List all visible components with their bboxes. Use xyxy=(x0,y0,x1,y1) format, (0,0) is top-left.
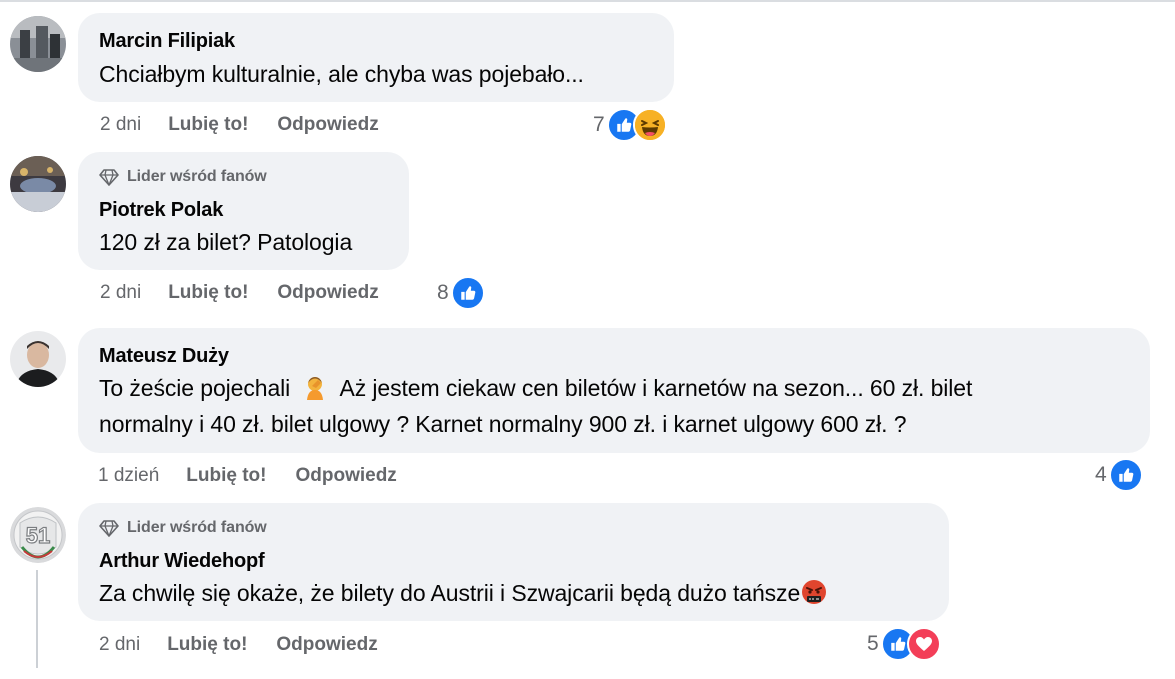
comment-text-part: Za chwilę się okaże, że bilety do Austri… xyxy=(99,580,801,606)
fan-badge[interactable]: Lider wśród fanów xyxy=(99,168,267,186)
like-icon xyxy=(1108,458,1143,492)
like-icon xyxy=(450,276,485,310)
diamond-icon xyxy=(99,520,119,537)
comment-time[interactable]: 2 dni xyxy=(99,634,140,656)
comment-actions: 1 dzień Lubię to! Odpowiedz xyxy=(98,465,397,487)
comment-actions: 2 dni Lubię to! Odpowiedz xyxy=(100,282,379,304)
comment-time[interactable]: 1 dzień xyxy=(98,465,159,487)
reply-button[interactable]: Odpowiedz xyxy=(277,282,378,304)
fan-badge[interactable]: Lider wśród fanów xyxy=(99,519,267,537)
comment-author[interactable]: Mateusz Duży xyxy=(99,345,229,368)
fan-badge-label: Lider wśród fanów xyxy=(127,519,267,536)
reaction-count: 8 xyxy=(437,281,449,304)
comment-author[interactable]: Piotrek Polak xyxy=(99,199,223,222)
comment-author[interactable]: Arthur Wiedehopf xyxy=(99,550,265,573)
avatar-number: 51 xyxy=(26,523,50,548)
comment-text: To żeście pojechali Aż jestem ciekaw cen… xyxy=(99,370,972,406)
comment-bubble: Mateusz Duży To żeście pojechali Aż jest… xyxy=(78,328,1150,453)
cursing-face-emoji xyxy=(800,578,828,606)
comment-text: Chciałbym kulturalnie, ale chyba was poj… xyxy=(99,61,584,87)
reaction-summary[interactable]: 4 xyxy=(1095,458,1143,492)
reaction-count: 5 xyxy=(867,632,879,655)
comment-text: normalny i 40 zł. bilet ulgowy ? Karnet … xyxy=(99,411,907,437)
comment-actions: 2 dni Lubię to! Odpowiedz xyxy=(99,634,378,656)
avatar[interactable]: 51 xyxy=(10,507,66,563)
comment-time[interactable]: 2 dni xyxy=(100,282,141,304)
thread-line xyxy=(36,570,38,668)
comment-actions: 2 dni Lubię to! Odpowiedz xyxy=(100,114,379,136)
like-button[interactable]: Lubię to! xyxy=(168,282,248,304)
reaction-count: 4 xyxy=(1095,463,1107,486)
comment-text-part: To żeście pojechali xyxy=(99,375,291,401)
reply-button[interactable]: Odpowiedz xyxy=(276,634,377,656)
comment-author[interactable]: Marcin Filipiak xyxy=(99,30,235,53)
like-button[interactable]: Lubię to! xyxy=(167,634,247,656)
top-divider xyxy=(0,0,1175,2)
comment-bubble: Lider wśród fanów Arthur Wiedehopf Za ch… xyxy=(78,503,949,621)
like-button[interactable]: Lubię to! xyxy=(168,114,248,136)
avatar[interactable] xyxy=(10,156,66,212)
fan-badge-label: Lider wśród fanów xyxy=(127,168,267,185)
person-facepalming-emoji xyxy=(302,374,328,400)
like-button[interactable]: Lubię to! xyxy=(186,465,266,487)
reply-button[interactable]: Odpowiedz xyxy=(277,114,378,136)
reaction-summary[interactable]: 8 xyxy=(437,276,485,310)
reaction-count: 7 xyxy=(593,113,605,136)
comment-bubble: Lider wśród fanów Piotrek Polak 120 zł z… xyxy=(78,152,409,270)
love-icon xyxy=(906,627,941,661)
comment-time[interactable]: 2 dni xyxy=(100,114,141,136)
comment-text-part: Aż jestem ciekaw cen biletów i karnetów … xyxy=(339,375,973,401)
reaction-summary[interactable]: 7 xyxy=(593,108,667,142)
reply-button[interactable]: Odpowiedz xyxy=(295,465,396,487)
avatar[interactable] xyxy=(10,331,66,387)
haha-icon xyxy=(632,108,667,142)
comment-text: Za chwilę się okaże, że bilety do Austri… xyxy=(99,575,828,611)
comment-text: 120 zł za bilet? Patologia xyxy=(99,229,353,255)
reaction-summary[interactable]: 5 xyxy=(867,627,941,661)
diamond-icon xyxy=(99,169,119,186)
avatar[interactable] xyxy=(10,16,66,72)
comment-bubble: Marcin Filipiak Chciałbym kulturalnie, a… xyxy=(78,13,674,102)
